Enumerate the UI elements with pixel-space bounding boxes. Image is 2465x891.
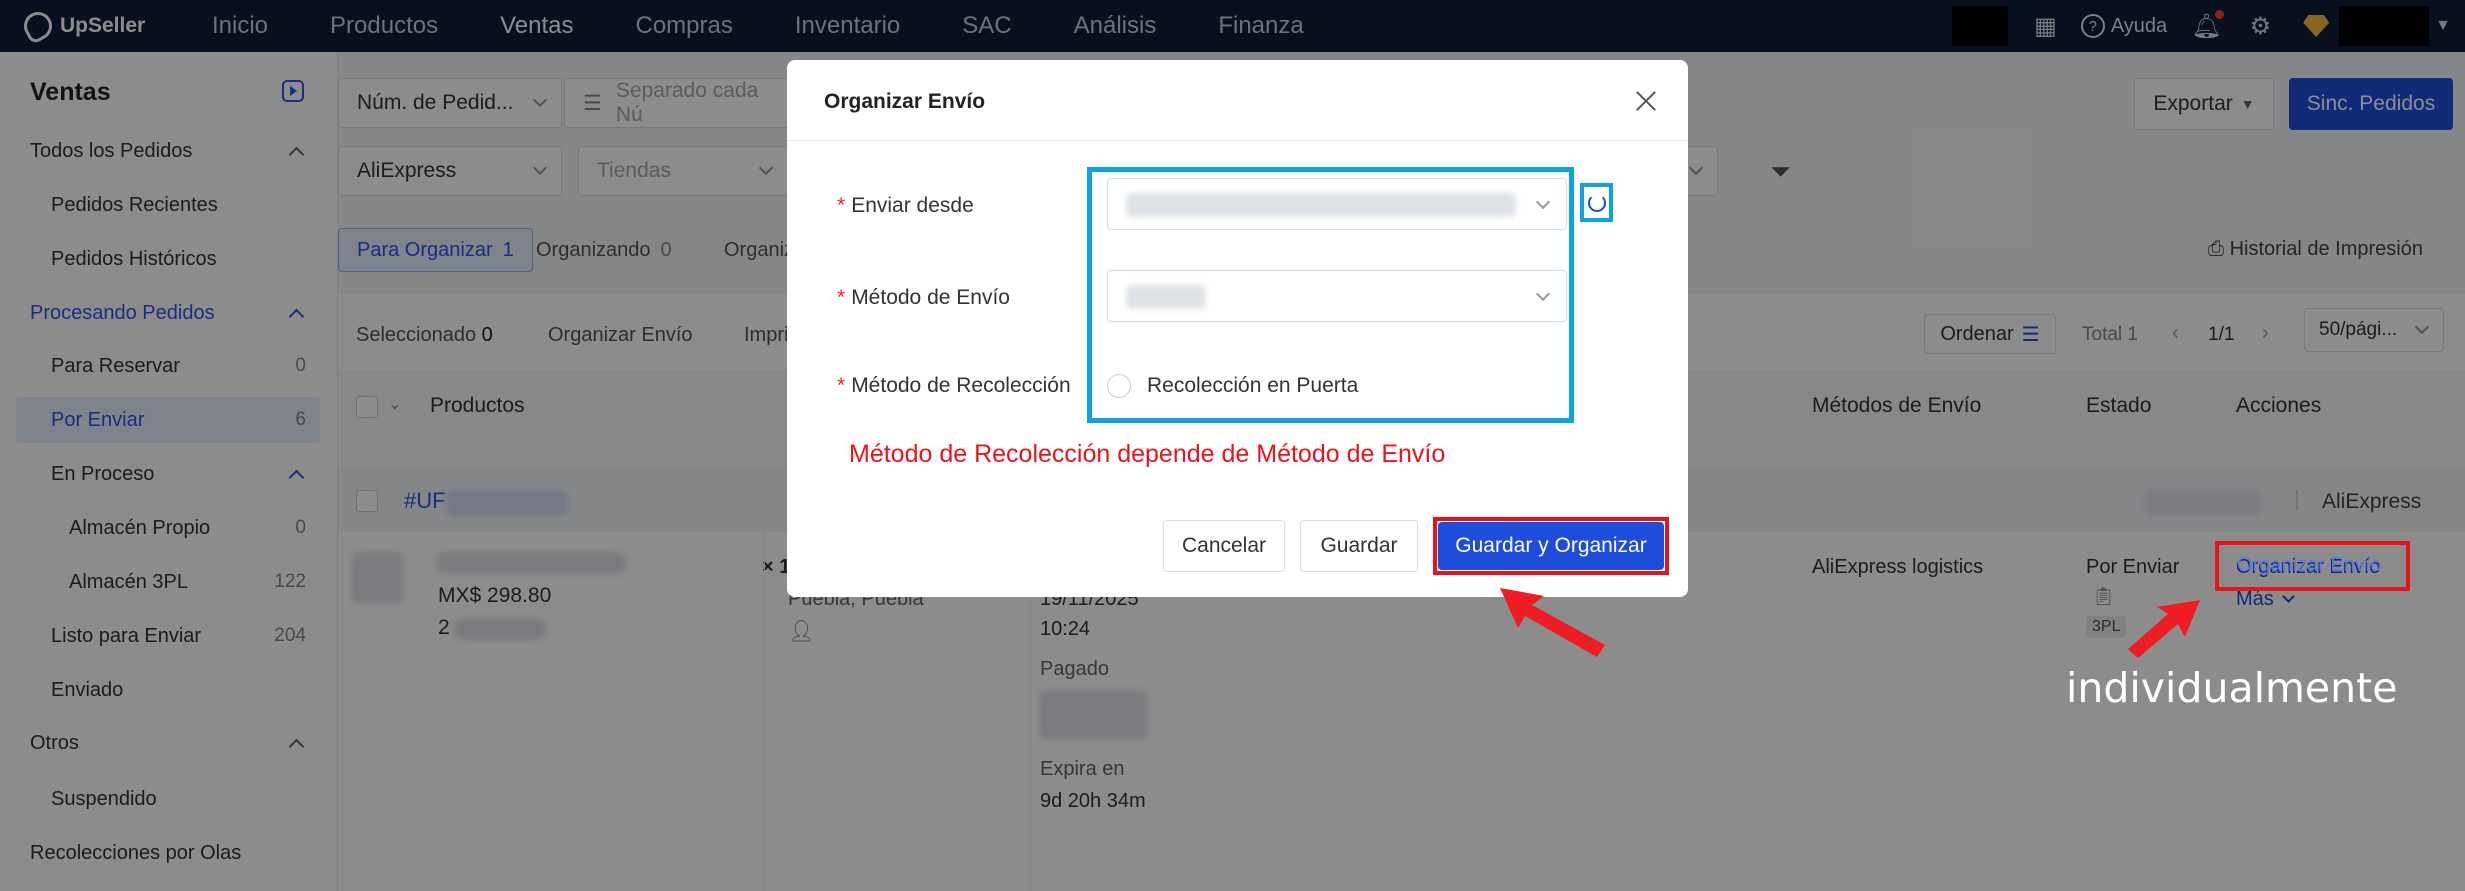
annotation-individualmente: individualmente: [2066, 664, 2398, 712]
annotation-arrows: [1500, 588, 2200, 658]
arrow-to-save-arrange: [1500, 588, 1605, 657]
arrow-to-row-action: [2128, 600, 2200, 658]
